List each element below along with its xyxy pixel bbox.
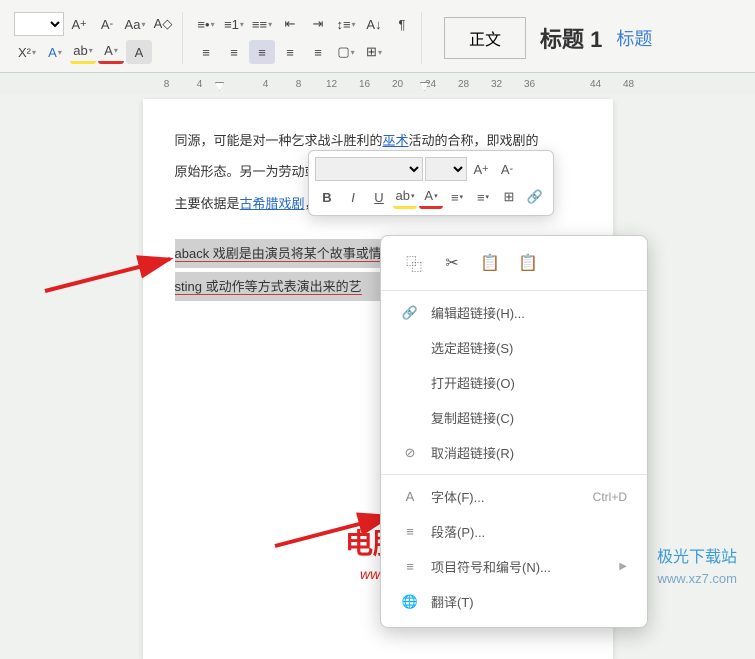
paste-icon[interactable]: 📋: [477, 250, 503, 276]
text-selection: sting 或动作等方式表演出来的艺: [175, 279, 362, 295]
align-left-button[interactable]: ≡: [193, 40, 219, 64]
watermark-site2: 极光下载站: [657, 543, 737, 567]
font-decrease-button[interactable]: A-: [94, 12, 120, 36]
line-spacing-button[interactable]: ↕≡▾: [333, 12, 359, 36]
ruler-tick: 8: [150, 79, 183, 90]
mini-numbering-button[interactable]: ≡▾: [471, 185, 495, 209]
borders-button[interactable]: ⊞▾: [361, 40, 387, 64]
mini-toolbar: A+ A- B I U ab▾ A▾ ≡▾ ≡▾ ⊞ 🔗: [308, 150, 554, 216]
mini-bullets-button[interactable]: ≡▾: [445, 185, 469, 209]
shading-button[interactable]: ▢▾: [333, 40, 359, 64]
font-group: A+ A- Aa▾ A◇ X²▾ A▾ ab▾ A▾ A: [8, 12, 183, 64]
unlink-icon: ⊘: [401, 445, 419, 461]
align-right-button[interactable]: ≡: [249, 40, 275, 64]
style-heading[interactable]: 标题: [616, 25, 652, 51]
mini-link-button[interactable]: 🔗: [523, 185, 547, 209]
font-color-button[interactable]: A▾: [98, 40, 124, 64]
text-run: 主要依据是: [175, 196, 240, 211]
mini-underline-button[interactable]: U: [367, 185, 391, 209]
mini-size-select[interactable]: [425, 157, 467, 181]
clear-format-button[interactable]: A◇: [150, 12, 176, 36]
ruler-tick: 32: [480, 79, 513, 90]
ruler-tick: 16: [348, 79, 381, 90]
text-run: 同源，可能是对一种乞求战斗胜利的: [175, 133, 383, 148]
ruler-tick: 24: [414, 79, 447, 90]
sort-button[interactable]: A↓: [361, 12, 387, 36]
char-shading-button[interactable]: A: [126, 40, 152, 64]
ruler-tick: 8: [282, 79, 315, 90]
ruler-indent-left[interactable]: [215, 82, 224, 91]
link-icon: 🔗: [401, 305, 419, 321]
font-increase-button[interactable]: A+: [66, 12, 92, 36]
superscript-button[interactable]: X²▾: [14, 40, 40, 64]
watermark-site2-url: www.xz7.com: [658, 571, 737, 586]
menu-copy-hyperlink[interactable]: 复制超链接(C): [381, 400, 647, 435]
styles-group: 正文 标题 1 标题: [426, 17, 658, 59]
menu-separator: [381, 290, 647, 291]
copy-icon[interactable]: ⿻: [401, 250, 427, 276]
indent-inc-button[interactable]: ⇥: [305, 12, 331, 36]
ruler-tick: 4: [249, 79, 282, 90]
paste-special-icon[interactable]: 📋: [515, 250, 541, 276]
ruler-tick: 12: [315, 79, 348, 90]
multilevel-button[interactable]: ≡≡▾: [249, 12, 275, 36]
numbering-button[interactable]: ≡1▾: [221, 12, 247, 36]
text-run: 活动的合称，即戏剧的: [409, 133, 539, 148]
align-justify-button[interactable]: ≡: [277, 40, 303, 64]
submenu-arrow-icon: ▶: [619, 561, 627, 572]
style-heading1[interactable]: 标题 1: [540, 22, 602, 54]
bullets-button[interactable]: ≡•▾: [193, 12, 219, 36]
ruler-tick: 4: [183, 79, 216, 90]
horizontal-ruler[interactable]: 8 4 4 8 12 16 20 24 28 32 36 44 48: [0, 73, 755, 95]
align-distribute-button[interactable]: ≡: [305, 40, 331, 64]
font-icon: A: [401, 489, 419, 504]
ruler-tick: 44: [579, 79, 612, 90]
ribbon: A+ A- Aa▾ A◇ X²▾ A▾ ab▾ A▾ A ≡•▾ ≡1▾ ≡≡▾…: [0, 0, 755, 73]
menu-bullets-numbering[interactable]: ≡ 项目符号和编号(N)... ▶: [381, 549, 647, 584]
paragraph-group: ≡•▾ ≡1▾ ≡≡▾ ⇤ ⇥ ↕≡▾ A↓ ¶ ≡ ≡ ≡ ≡ ≡ ▢▾ ⊞▾: [187, 12, 422, 64]
menu-font[interactable]: A 字体(F)... Ctrl+D: [381, 479, 647, 514]
ruler-tick: 48: [612, 79, 645, 90]
mini-font-increase[interactable]: A+: [469, 157, 493, 181]
text-effect-button[interactable]: A▾: [42, 40, 68, 64]
menu-open-hyperlink[interactable]: 打开超链接(O): [381, 365, 647, 400]
mini-highlight-button[interactable]: ab▾: [393, 185, 417, 209]
mini-font-select[interactable]: [315, 157, 423, 181]
highlight-color-button[interactable]: ab▾: [70, 40, 96, 64]
mini-bold-button[interactable]: B: [315, 185, 339, 209]
indent-dec-button[interactable]: ⇤: [277, 12, 303, 36]
menu-paragraph[interactable]: ≡ 段落(P)...: [381, 514, 647, 549]
menu-separator: [381, 474, 647, 475]
style-body[interactable]: 正文: [444, 17, 526, 59]
ruler-tick: 36: [513, 79, 546, 90]
list-icon: ≡: [401, 559, 419, 574]
ruler-tick: 20: [381, 79, 414, 90]
cut-icon[interactable]: ✂: [439, 250, 465, 276]
context-menu: ⿻ ✂ 📋 📋 🔗 编辑超链接(H)... 选定超链接(S) 打开超链接(O) …: [380, 235, 648, 628]
hyperlink-greek-drama[interactable]: 古希腊戏剧: [240, 196, 305, 211]
menu-remove-hyperlink[interactable]: ⊘ 取消超链接(R): [381, 435, 647, 470]
font-name-select[interactable]: [14, 12, 64, 36]
hyperlink-wushu[interactable]: 巫术: [383, 133, 409, 148]
mini-table-button[interactable]: ⊞: [497, 185, 521, 209]
mini-fontcolor-button[interactable]: A▾: [419, 185, 443, 209]
show-marks-button[interactable]: ¶: [389, 12, 415, 36]
ruler-tick: 28: [447, 79, 480, 90]
paragraph-icon: ≡: [401, 524, 419, 539]
menu-select-hyperlink[interactable]: 选定超链接(S): [381, 330, 647, 365]
change-case-button[interactable]: Aa▾: [122, 12, 148, 36]
mini-italic-button[interactable]: I: [341, 185, 365, 209]
align-center-button[interactable]: ≡: [221, 40, 247, 64]
mini-font-decrease[interactable]: A-: [495, 157, 519, 181]
menu-edit-hyperlink[interactable]: 🔗 编辑超链接(H)...: [381, 295, 647, 330]
